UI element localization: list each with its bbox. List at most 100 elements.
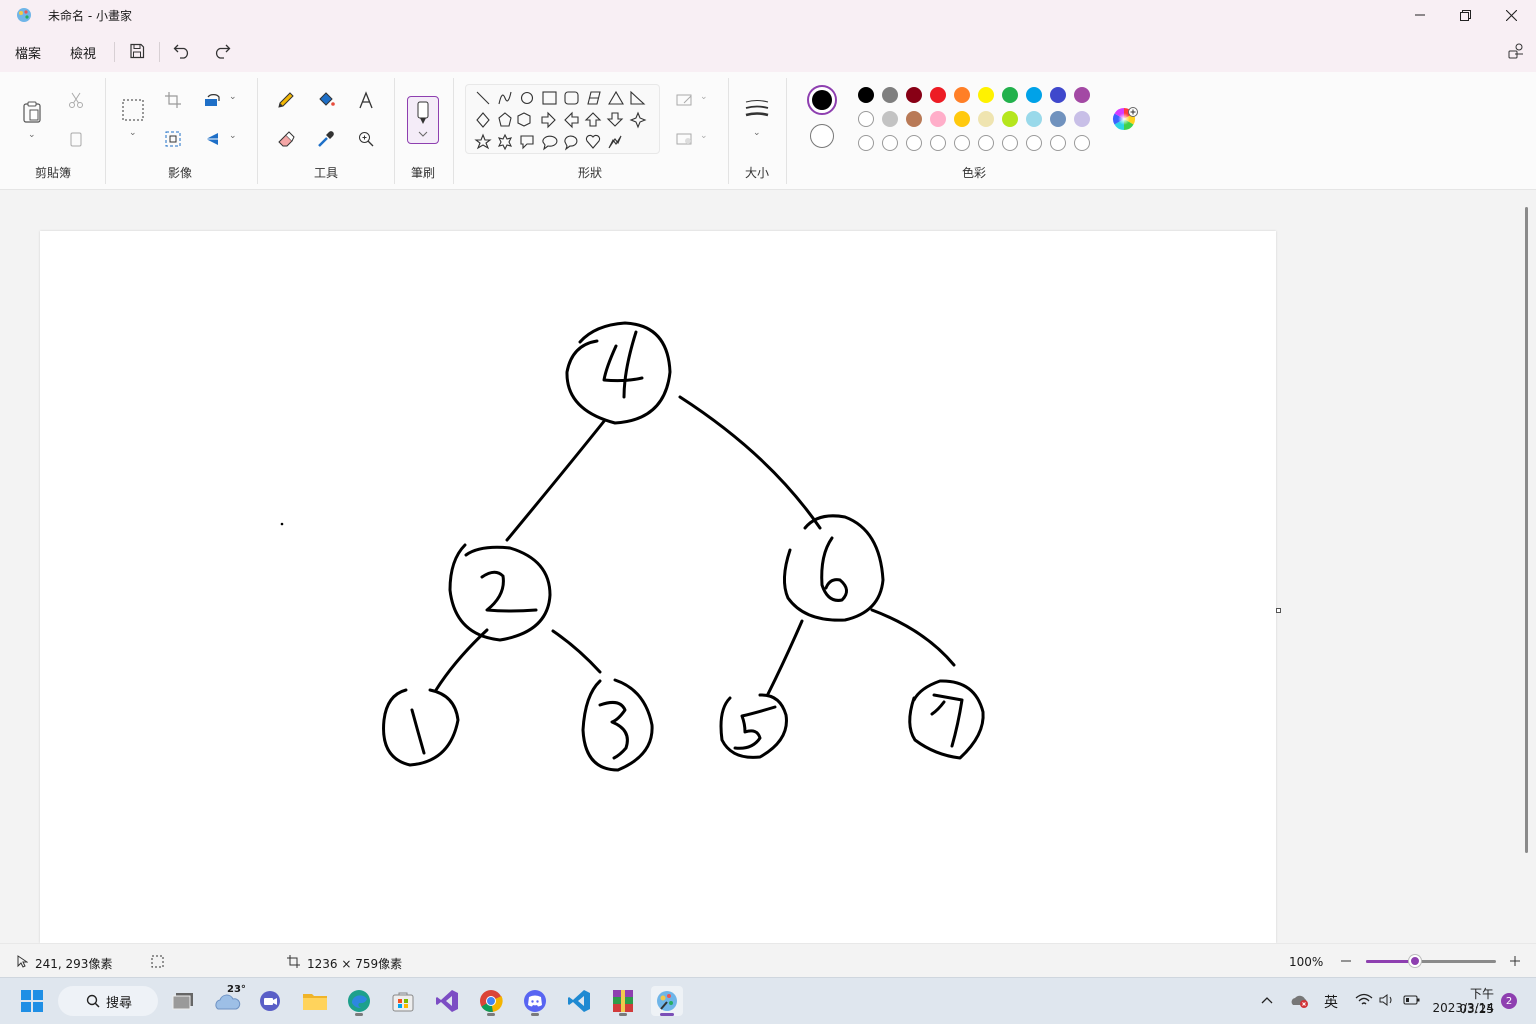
custom-color-slot[interactable] bbox=[954, 135, 970, 151]
rectangle-shape-icon[interactable] bbox=[542, 91, 557, 105]
save-button[interactable] bbox=[126, 40, 148, 62]
heart-shape-icon[interactable] bbox=[585, 134, 601, 149]
menu-view[interactable]: 檢視 bbox=[70, 43, 96, 62]
flip-dropdown-icon[interactable]: ⌄ bbox=[229, 131, 237, 141]
right-triangle-shape-icon[interactable] bbox=[630, 90, 646, 105]
canvas-resize-handle[interactable] bbox=[1276, 608, 1281, 613]
redo-button[interactable] bbox=[211, 40, 233, 62]
wifi-icon[interactable] bbox=[1355, 993, 1373, 1007]
polygon-shape-icon[interactable] bbox=[587, 91, 601, 105]
color-swatch[interactable] bbox=[1074, 87, 1090, 103]
onedrive-error-icon[interactable] bbox=[1290, 991, 1310, 1009]
color-picker-tool[interactable] bbox=[314, 127, 338, 151]
select-button[interactable] bbox=[121, 98, 145, 122]
custom-color-slot[interactable] bbox=[1026, 135, 1042, 151]
four-point-star-shape-icon[interactable] bbox=[629, 111, 647, 129]
custom-color-slot[interactable] bbox=[930, 135, 946, 151]
fill-shape-button[interactable] bbox=[673, 127, 697, 151]
six-point-star-shape-icon[interactable] bbox=[497, 133, 513, 151]
brushes-button[interactable] bbox=[407, 96, 439, 144]
color-swatch[interactable] bbox=[1026, 111, 1042, 127]
down-arrow-shape-icon[interactable] bbox=[606, 112, 624, 127]
resize-button[interactable] bbox=[161, 127, 185, 151]
custom-color-slot[interactable] bbox=[882, 135, 898, 151]
visual-studio-button[interactable] bbox=[431, 986, 463, 1016]
teams-chat-button[interactable] bbox=[255, 986, 287, 1016]
color-swatch[interactable] bbox=[1002, 111, 1018, 127]
file-explorer-button[interactable] bbox=[299, 986, 331, 1016]
five-point-star-shape-icon[interactable] bbox=[474, 133, 492, 150]
lightning-shape-icon[interactable] bbox=[608, 135, 622, 149]
color-swatch[interactable] bbox=[858, 111, 874, 127]
color-swatch[interactable] bbox=[906, 87, 922, 103]
eraser-tool[interactable] bbox=[274, 127, 298, 151]
zoom-slider-thumb[interactable] bbox=[1409, 955, 1422, 967]
secondary-color-button[interactable] bbox=[810, 124, 834, 148]
color-swatch[interactable] bbox=[1050, 87, 1066, 103]
vscode-button[interactable] bbox=[563, 986, 595, 1016]
color-swatch[interactable] bbox=[882, 87, 898, 103]
rotate-dropdown-icon[interactable]: ⌄ bbox=[229, 92, 237, 102]
custom-color-slot[interactable] bbox=[1002, 135, 1018, 151]
rectangular-callout-shape-icon[interactable] bbox=[520, 135, 534, 150]
curve-shape-icon[interactable] bbox=[498, 91, 512, 105]
vertical-scrollbar[interactable] bbox=[1525, 207, 1528, 853]
color-swatch[interactable] bbox=[954, 111, 970, 127]
paste-dropdown-icon[interactable]: ⌄ bbox=[28, 130, 36, 140]
custom-color-slot[interactable] bbox=[1074, 135, 1090, 151]
rotate-button[interactable] bbox=[201, 88, 225, 112]
winrar-button[interactable] bbox=[607, 986, 639, 1016]
menu-file[interactable]: 檔案 bbox=[15, 43, 41, 62]
color-swatch[interactable] bbox=[1050, 111, 1066, 127]
fill-shape-dropdown-icon[interactable]: ⌄ bbox=[700, 131, 708, 141]
edge-browser-button[interactable] bbox=[343, 986, 375, 1016]
chevron-up-icon[interactable] bbox=[1261, 996, 1273, 1004]
drawing-canvas[interactable] bbox=[40, 231, 1276, 943]
custom-color-slot[interactable] bbox=[858, 135, 874, 151]
color-swatch[interactable] bbox=[882, 111, 898, 127]
zoom-out-icon[interactable] bbox=[1340, 955, 1352, 967]
start-button[interactable] bbox=[16, 986, 48, 1016]
left-arrow-shape-icon[interactable] bbox=[564, 111, 579, 129]
outline-dropdown-icon[interactable]: ⌄ bbox=[700, 92, 708, 102]
color-swatch[interactable] bbox=[858, 87, 874, 103]
edit-colors-button[interactable] bbox=[1112, 107, 1138, 133]
color-swatch[interactable] bbox=[954, 87, 970, 103]
line-shape-icon[interactable] bbox=[476, 91, 490, 105]
cut-button[interactable] bbox=[64, 88, 88, 112]
select-dropdown-icon[interactable]: ⌄ bbox=[129, 128, 137, 138]
notification-badge[interactable]: 2 bbox=[1501, 993, 1517, 1009]
discord-button[interactable] bbox=[519, 986, 551, 1016]
task-view-button[interactable] bbox=[167, 986, 199, 1016]
widgets-button[interactable]: 23° bbox=[211, 984, 246, 1016]
color-swatch[interactable] bbox=[978, 111, 994, 127]
color-swatch[interactable] bbox=[930, 111, 946, 127]
color-swatch[interactable] bbox=[1002, 87, 1018, 103]
triangle-shape-icon[interactable] bbox=[608, 90, 624, 105]
diamond-shape-icon[interactable] bbox=[476, 112, 490, 128]
oval-callout-shape-icon[interactable] bbox=[542, 135, 558, 151]
paste-button[interactable] bbox=[20, 98, 44, 126]
color-swatch[interactable] bbox=[930, 87, 946, 103]
cloud-callout-shape-icon[interactable] bbox=[564, 135, 578, 151]
color-swatch[interactable] bbox=[1026, 87, 1042, 103]
color-swatch[interactable] bbox=[906, 111, 922, 127]
size-button[interactable] bbox=[744, 98, 770, 120]
rounded-rectangle-shape-icon[interactable] bbox=[564, 91, 579, 105]
custom-color-slot[interactable] bbox=[978, 135, 994, 151]
paint-taskbar-button[interactable] bbox=[651, 986, 683, 1016]
zoom-in-icon[interactable] bbox=[1509, 955, 1521, 967]
flip-button[interactable] bbox=[201, 127, 225, 151]
undo-button[interactable] bbox=[171, 40, 193, 62]
copy-button[interactable] bbox=[64, 127, 88, 151]
custom-color-slot[interactable] bbox=[906, 135, 922, 151]
oval-shape-icon[interactable] bbox=[520, 91, 534, 105]
maximize-button[interactable] bbox=[1442, 0, 1488, 30]
close-button[interactable] bbox=[1488, 0, 1534, 30]
zoom-slider-track[interactable] bbox=[1366, 960, 1496, 963]
account-button[interactable] bbox=[1505, 40, 1527, 62]
magnifier-tool[interactable] bbox=[354, 127, 378, 151]
store-button[interactable] bbox=[387, 986, 419, 1016]
primary-color-button[interactable] bbox=[807, 85, 837, 115]
pentagon-shape-icon[interactable] bbox=[498, 112, 512, 127]
